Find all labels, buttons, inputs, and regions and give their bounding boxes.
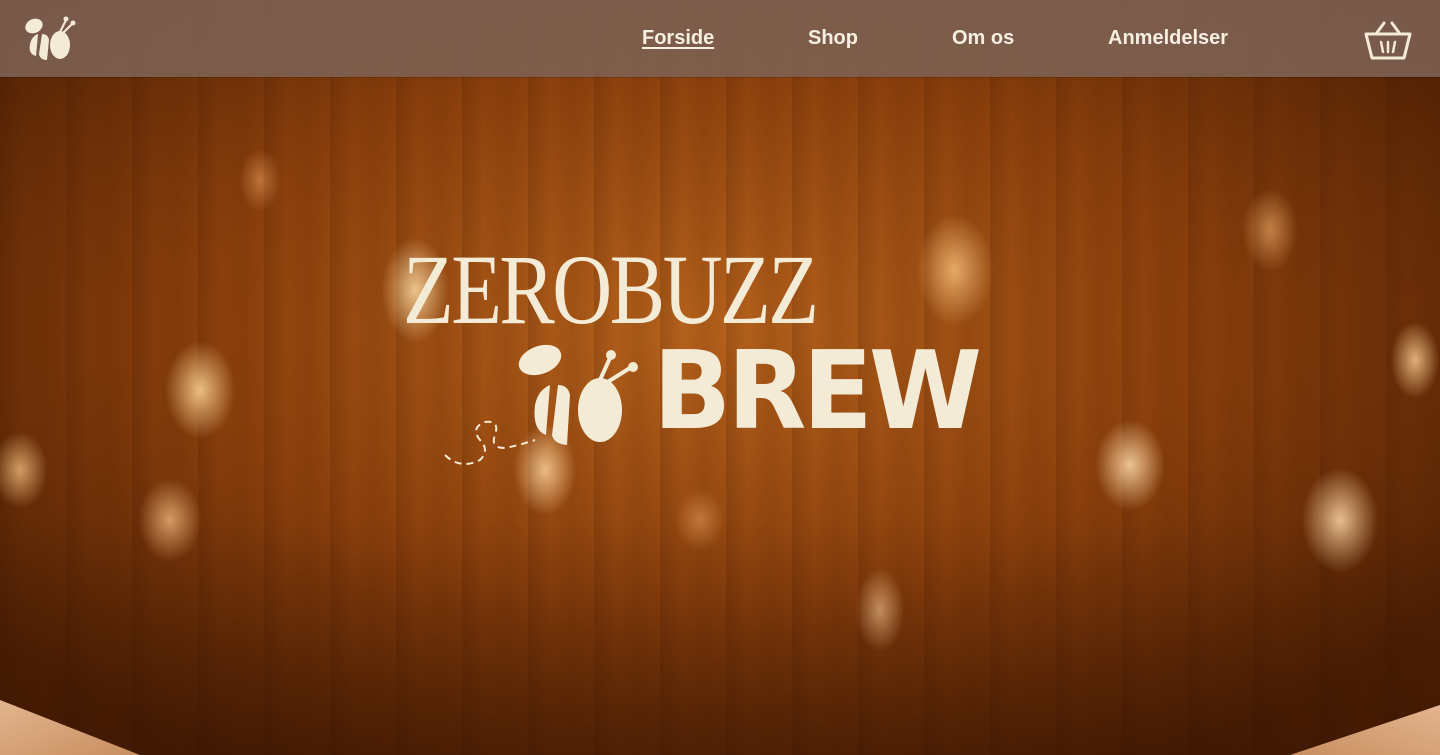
nav-link-om-os[interactable]: Om os: [952, 27, 1014, 50]
site-header: Forside Shop Om os Anmeldelser: [0, 0, 1440, 77]
page: Forside Shop Om os Anmeldelser ZEROBUZZ: [0, 0, 1440, 755]
wordmark-bottom: BREW: [653, 329, 982, 454]
wordmark-top: ZEROBUZZ: [403, 234, 819, 345]
hero-shade: [0, 520, 1440, 755]
nav-link-anmeldelser[interactable]: Anmeldelser: [1108, 27, 1228, 50]
nav-link-forside[interactable]: Forside: [642, 27, 714, 50]
bee-icon: [440, 340, 640, 480]
bee-logo-icon[interactable]: [22, 12, 78, 64]
hero-wordmark: ZEROBUZZ BREW: [403, 240, 1000, 480]
nav-link-shop[interactable]: Shop: [808, 27, 858, 50]
basket-icon[interactable]: [1362, 20, 1414, 62]
